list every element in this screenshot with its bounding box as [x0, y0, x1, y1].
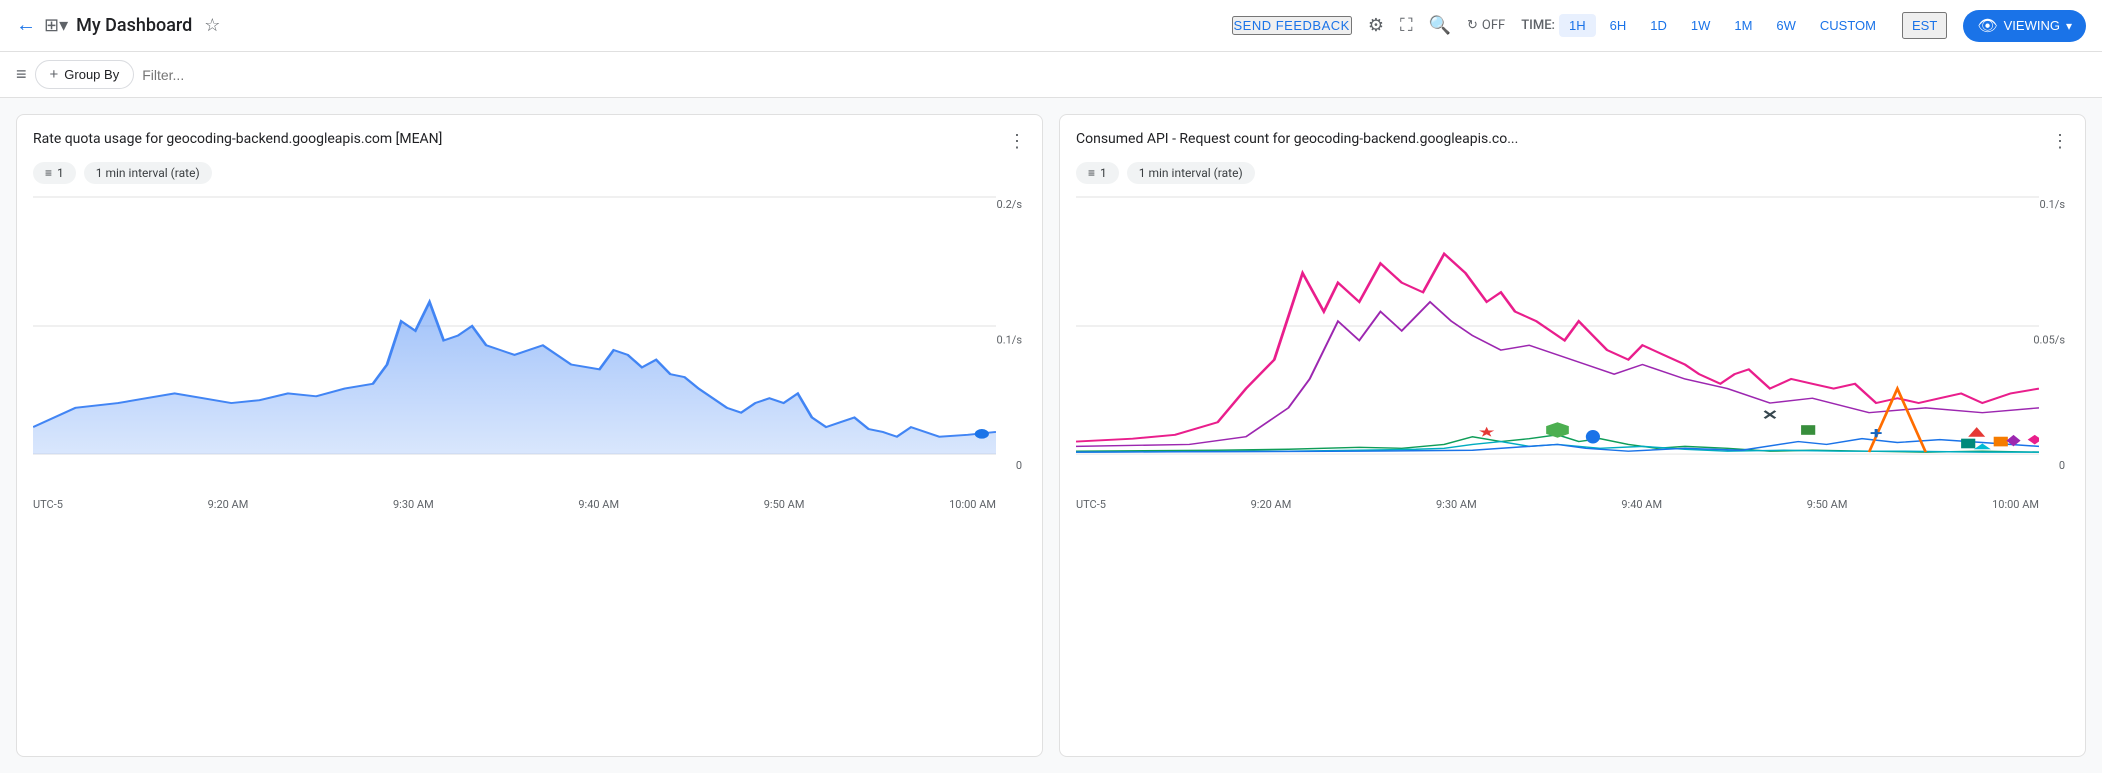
back-button[interactable]: ←: [16, 14, 36, 37]
time-button-1w[interactable]: 1W: [1681, 14, 1721, 37]
chart-area-1: 0.2/s 0.1/s 0: [33, 196, 1026, 496]
x-label-utc-2: UTC-5: [1076, 498, 1106, 511]
chart-tag-interval-1[interactable]: 1 min interval (rate): [84, 162, 212, 184]
x-axis-1: UTC-5 9:20 AM 9:30 AM 9:40 AM 9:50 AM 10…: [33, 496, 996, 513]
filter-menu-icon[interactable]: ≡: [16, 64, 27, 85]
y-axis-bottom-1: 0: [1016, 459, 1022, 472]
header: ← ⊞▾ My Dashboard ☆ SEND FEEDBACK ⚙ ⛶ 🔍 …: [0, 0, 2102, 52]
chart-svg-2: ★ + ✕: [1076, 196, 2039, 456]
y-axis-mid-2: 0.05/s: [2033, 334, 2065, 347]
time-button-1d[interactable]: 1D: [1640, 14, 1677, 37]
chart-tag-interval-label-1: 1 min interval (rate): [96, 166, 200, 180]
auto-refresh-toggle[interactable]: ↻ OFF: [1467, 18, 1505, 33]
filter-input[interactable]: [142, 67, 2086, 83]
chart-tag-filter-1[interactable]: ≡ 1: [33, 162, 76, 184]
filter-icon-1: ≡: [45, 166, 52, 180]
x-label-930-1: 9:30 AM: [393, 498, 434, 511]
y-axis-top-2: 0.1/s: [2040, 198, 2065, 211]
time-button-custom[interactable]: CUSTOM: [1810, 14, 1886, 37]
refresh-icon: ↻: [1467, 18, 1478, 33]
time-button-6w[interactable]: 6W: [1766, 14, 1806, 37]
x-label-1000-2: 10:00 AM: [1992, 498, 2039, 511]
svg-text:+: +: [1870, 424, 1882, 442]
y-axis-bottom-2: 0: [2059, 459, 2065, 472]
chart-tag-interval-2[interactable]: 1 min interval (rate): [1127, 162, 1255, 184]
dashboard-grid-icon[interactable]: ⊞▾: [44, 15, 68, 36]
x-label-940-1: 9:40 AM: [578, 498, 619, 511]
svg-text:✕: ✕: [1762, 407, 1779, 423]
viewing-label: VIEWING: [2004, 18, 2060, 33]
x-label-950-1: 9:50 AM: [764, 498, 805, 511]
svg-text:★: ★: [1478, 425, 1496, 441]
chart-header-1: Rate quota usage for geocoding-backend.g…: [33, 131, 1026, 152]
chart-svg-1: [33, 196, 996, 456]
header-left: ← ⊞▾ My Dashboard ☆: [16, 14, 1224, 37]
time-button-1h[interactable]: 1H: [1559, 14, 1596, 37]
chart-tag-interval-label-2: 1 min interval (rate): [1139, 166, 1243, 180]
header-center: SEND FEEDBACK ⚙ ⛶ 🔍 ↻ OFF TIME: 1H 6H 1D…: [1232, 10, 2087, 42]
toolbar: ≡ + Group By: [0, 52, 2102, 98]
refresh-status: OFF: [1482, 18, 1505, 33]
chart-area-2: 0.1/s 0.05/s 0: [1076, 196, 2069, 496]
group-by-label: Group By: [64, 67, 119, 82]
chart-menu-button-1[interactable]: ⋮: [1008, 131, 1026, 152]
fullscreen-icon[interactable]: ⛶: [1400, 15, 1413, 36]
chart-header-2: Consumed API - Request count for geocodi…: [1076, 131, 2069, 152]
timezone-button[interactable]: EST: [1902, 12, 1947, 39]
send-feedback-button[interactable]: SEND FEEDBACK: [1232, 16, 1352, 35]
chart-tag-filter-count-1: 1: [57, 166, 64, 180]
time-button-1m[interactable]: 1M: [1724, 14, 1762, 37]
chevron-down-icon: ▾: [2066, 19, 2072, 33]
x-label-950-2: 9:50 AM: [1807, 498, 1848, 511]
x-label-920-1: 9:20 AM: [208, 498, 249, 511]
chart-title-2: Consumed API - Request count for geocodi…: [1076, 131, 2051, 147]
main-content: Rate quota usage for geocoding-backend.g…: [0, 98, 2102, 773]
x-label-utc-1: UTC-5: [33, 498, 63, 511]
chart-tags-1: ≡ 1 1 min interval (rate): [33, 162, 1026, 184]
star-icon[interactable]: ☆: [204, 15, 220, 36]
y-axis-top-1: 0.2/s: [997, 198, 1022, 211]
chart-title-1: Rate quota usage for geocoding-backend.g…: [33, 131, 1008, 147]
chart-tag-filter-2[interactable]: ≡ 1: [1076, 162, 1119, 184]
time-button-6h[interactable]: 6H: [1600, 14, 1637, 37]
header-icons: ⚙ ⛶ 🔍: [1368, 15, 1451, 36]
settings-icon[interactable]: ⚙: [1368, 15, 1384, 36]
time-section: TIME: 1H 6H 1D 1W 1M 6W CUSTOM: [1521, 14, 1886, 37]
viewing-button[interactable]: 👁 VIEWING ▾: [1963, 10, 2086, 42]
chart-card-1: Rate quota usage for geocoding-backend.g…: [16, 114, 1043, 757]
page-title: My Dashboard: [76, 15, 192, 36]
search-icon[interactable]: 🔍: [1429, 15, 1451, 36]
time-label: TIME:: [1521, 18, 1555, 33]
x-axis-2: UTC-5 9:20 AM 9:30 AM 9:40 AM 9:50 AM 10…: [1076, 496, 2039, 513]
plus-icon: +: [50, 66, 59, 83]
x-label-940-2: 9:40 AM: [1621, 498, 1662, 511]
chart-card-2: Consumed API - Request count for geocodi…: [1059, 114, 2086, 757]
x-label-930-2: 9:30 AM: [1436, 498, 1477, 511]
y-axis-mid-1: 0.1/s: [997, 334, 1022, 347]
eye-icon: 👁: [1977, 16, 1997, 36]
x-label-1000-1: 10:00 AM: [949, 498, 996, 511]
filter-icon-2: ≡: [1088, 166, 1095, 180]
x-label-920-2: 9:20 AM: [1251, 498, 1292, 511]
chart-tags-2: ≡ 1 1 min interval (rate): [1076, 162, 2069, 184]
back-icon: ←: [16, 14, 36, 36]
chart-menu-button-2[interactable]: ⋮: [2051, 131, 2069, 152]
group-by-button[interactable]: + Group By: [35, 60, 135, 89]
chart-tag-filter-count-2: 1: [1100, 166, 1107, 180]
